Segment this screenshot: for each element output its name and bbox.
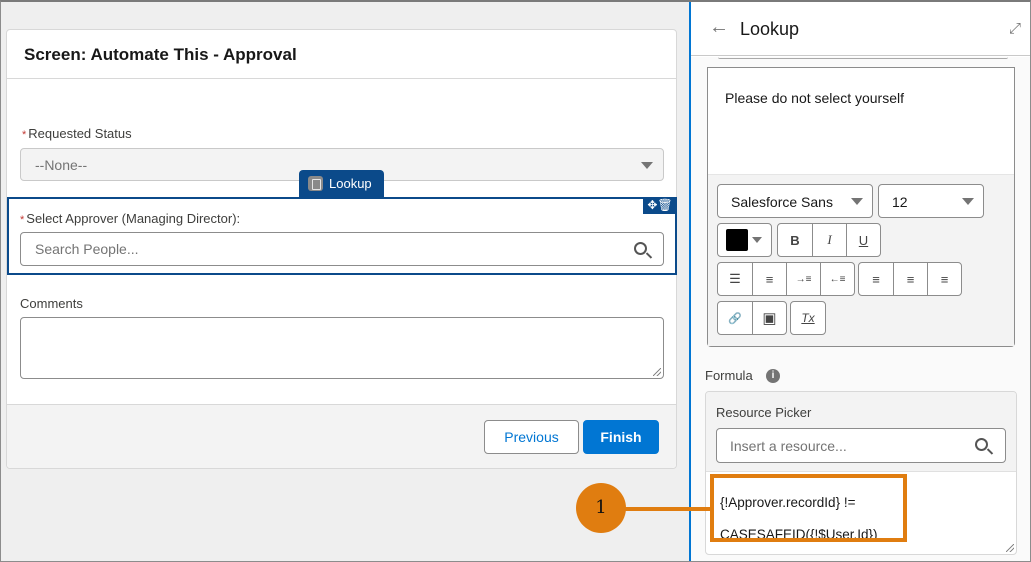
panel-title: Lookup [740,19,800,39]
screen-footer: Previous Finish [7,404,676,468]
clear-format-group: Tx [790,301,826,335]
finish-button[interactable]: Finish [583,420,659,454]
numbered-list-button[interactable]: ≡ [752,263,786,295]
requested-status-label: * Requested Status [22,126,132,141]
indent-button[interactable]: →≡ [786,263,820,295]
approver-label: * Select Approver (Managing Director): [20,211,240,226]
insert-button-group: 🔗 ▣ [717,301,787,335]
previous-field-edge [718,57,1008,59]
formula-line-1: {!Approver.recordId} != [720,495,856,510]
formula-editor: Resource Picker Insert a resource... {!A… [705,391,1017,555]
search-icon [634,242,647,255]
font-family-value: Salesforce Sans [731,194,833,210]
align-right-button[interactable]: ≡ [927,263,961,295]
lookup-component-icon [308,176,323,191]
formula-textarea[interactable]: {!Approver.recordId} != CASESAFEID({!$Us… [720,487,878,551]
text-color-picker[interactable] [717,223,772,257]
resource-picker-label: Resource Picker [716,405,812,420]
approver-search-input[interactable]: Search People... [20,232,664,266]
expand-icon[interactable]: ⤢ [1009,20,1021,37]
lookup-properties-panel: ← Lookup ⤢ Please do not select yourself… [689,2,1031,562]
list-button-group: ☰ ≡ →≡ ←≡ [717,262,855,296]
resource-picker-placeholder: Insert a resource... [730,438,847,454]
rich-text-toolbar: Salesforce Sans 12 B I U ☰ ≡ →≡ ←≡ ≡ ≡ ≡… [708,174,1014,346]
component-actions: ✥🗑 [643,197,677,214]
align-button-group: ≡ ≡ ≡ [858,262,962,296]
approver-label-text: Select Approver (Managing Director): [26,211,241,226]
lookup-tab-label: Lookup [329,176,372,191]
chevron-down-icon [851,198,863,205]
underline-button[interactable]: U [846,224,880,256]
rich-text-editor[interactable]: Please do not select yourself Salesforce… [707,67,1015,347]
info-icon[interactable]: i [766,369,780,383]
callout-connector [624,507,712,511]
panel-header: ← Lookup ⤢ [691,2,1031,56]
font-family-select[interactable]: Salesforce Sans [717,184,873,218]
font-size-select[interactable]: 12 [878,184,984,218]
chevron-down-icon [752,237,762,243]
required-marker: * [20,214,25,226]
formula-label: Formula [705,368,753,383]
comments-textarea[interactable] [20,317,664,379]
resource-picker-input[interactable]: Insert a resource... [716,428,1006,463]
comments-label: Comments [20,296,83,311]
chevron-down-icon [641,162,653,169]
text-color-button[interactable] [718,224,762,256]
align-left-button[interactable]: ≡ [859,263,893,295]
image-button[interactable]: ▣ [752,302,786,334]
delete-icon[interactable]: 🗑 [657,198,672,212]
approver-search-placeholder: Search People... [35,241,139,257]
requested-status-label-text: Requested Status [28,126,132,141]
chevron-down-icon [962,198,974,205]
search-icon [975,438,988,451]
format-button-group: B I U [777,223,881,257]
screen-canvas-card: Screen: Automate This - Approval * Reques… [6,29,677,469]
bold-button[interactable]: B [778,224,812,256]
resize-handle-icon[interactable] [653,368,661,376]
resize-handle-icon[interactable] [1006,544,1014,552]
required-marker: * [22,129,27,141]
italic-button[interactable]: I [812,224,846,256]
previous-button[interactable]: Previous [484,420,579,454]
bullet-list-button[interactable]: ☰ [718,263,752,295]
link-button[interactable]: 🔗 [718,302,752,334]
selected-lookup-component[interactable]: ✥🗑 * Select Approver (Managing Director):… [7,197,677,275]
lookup-component-tab[interactable]: Lookup [299,170,384,197]
requested-status-value: --None-- [35,157,88,173]
callout-number-badge: 1 [576,483,626,533]
outdent-button[interactable]: ←≡ [820,263,854,295]
align-center-button[interactable]: ≡ [893,263,927,295]
resource-picker: Resource Picker Insert a resource... [706,392,1016,472]
move-icon[interactable]: ✥ [647,198,657,212]
color-swatch [726,229,748,251]
rich-text-content[interactable]: Please do not select yourself [725,90,904,106]
panel-body: Please do not select yourself Salesforce… [691,57,1031,562]
clear-formatting-button[interactable]: Tx [791,302,825,334]
formula-line-2: CASESAFEID({!$User.Id}) [720,527,878,542]
screen-title: Screen: Automate This - Approval [7,30,676,79]
back-arrow-icon[interactable]: ← [709,16,729,39]
font-size-value: 12 [892,194,908,210]
